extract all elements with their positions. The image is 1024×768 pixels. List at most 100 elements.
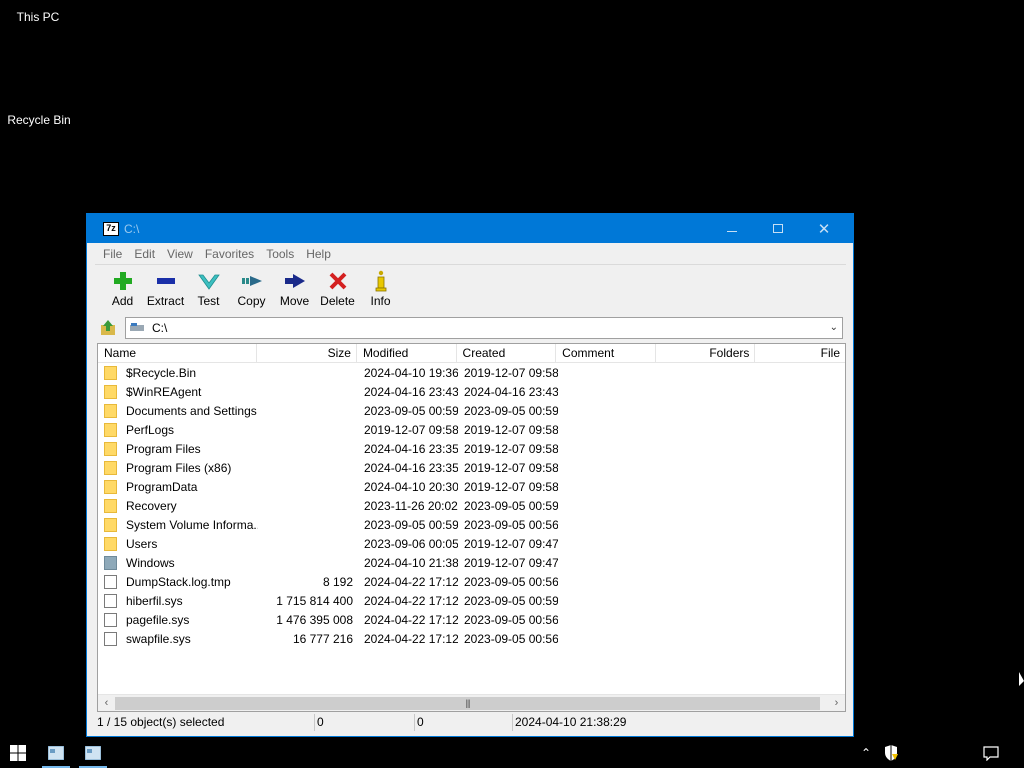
7zip-app-icon[interactable]: 7z xyxy=(103,221,119,236)
row-name: $Recycle.Bin xyxy=(126,365,197,380)
row-size: 1 476 395 008 xyxy=(276,612,353,627)
menu-file[interactable]: File xyxy=(95,247,128,261)
table-row[interactable]: Documents and Settings 2023-09-05 00:59 20… xyxy=(98,401,845,420)
column-folders[interactable]: Folders xyxy=(656,344,756,363)
table-row[interactable]: Program Files 2024-04-16 23:35 2019-12-07 … xyxy=(98,439,845,458)
test-button[interactable]: Test xyxy=(187,270,230,308)
table-row[interactable]: Program Files (x86) 2024-04-16 23:35 2019-… xyxy=(98,458,845,477)
show-hidden-icons-button[interactable]: ⌃ xyxy=(856,738,876,768)
info-icon xyxy=(374,270,388,292)
scroll-left-icon[interactable]: ‹ xyxy=(98,695,115,712)
info-button[interactable]: Info xyxy=(359,270,402,308)
minimize-button[interactable] xyxy=(709,214,755,243)
minus-icon xyxy=(156,270,176,292)
status-selection: 1 / 15 object(s) selected xyxy=(95,714,315,731)
column-modified[interactable]: Modified xyxy=(357,344,457,363)
menu-favorites[interactable]: Favorites xyxy=(199,247,260,261)
row-modified: 2024-04-22 17:12 xyxy=(364,574,458,589)
column-created[interactable]: Created xyxy=(457,344,557,363)
title-bar[interactable]: 7z C:\ ✕ xyxy=(87,214,853,243)
row-name-cell: Documents and Settings xyxy=(98,403,258,418)
start-button[interactable] xyxy=(0,738,36,768)
move-arrow-icon xyxy=(284,270,306,292)
scroll-thumb[interactable]: ||| xyxy=(115,696,820,710)
file-list[interactable]: Name Size Modified Created Comment Folde… xyxy=(97,343,846,712)
table-row[interactable]: $Recycle.Bin 2024-04-10 19:36 2019-12-07 0… xyxy=(98,363,845,382)
maximize-icon xyxy=(773,224,783,233)
row-created: 2023-09-05 00:56 xyxy=(464,631,558,646)
desktop-icon-label: Recycle Bin xyxy=(7,113,71,127)
extract-button[interactable]: Extract xyxy=(144,270,187,308)
status-packed: 0 xyxy=(415,714,513,731)
move-label: Move xyxy=(279,294,310,308)
row-name-cell: ProgramData xyxy=(98,479,258,494)
table-row[interactable]: Windows 2024-04-10 21:38 2019-12-07 09:47 xyxy=(98,553,845,572)
window-title: C:\ xyxy=(124,221,140,236)
row-name-cell: DumpStack.log.tmp xyxy=(98,574,258,589)
menu-view[interactable]: View xyxy=(161,247,199,261)
notification-icon xyxy=(983,745,999,761)
row-name: Users xyxy=(126,536,158,551)
action-center-button[interactable] xyxy=(978,738,1004,768)
address-combobox[interactable]: C:\ ⌄ xyxy=(125,317,843,339)
status-date: 2024-04-10 21:38:29 xyxy=(515,715,627,729)
table-row[interactable]: $WinREAgent 2024-04-16 23:43 2024-04-16 23… xyxy=(98,382,845,401)
copy-button[interactable]: Copy xyxy=(230,270,273,308)
row-modified: 2024-04-10 20:30 xyxy=(364,479,458,494)
row-modified: 2023-09-05 00:59 xyxy=(364,517,458,532)
maximize-button[interactable] xyxy=(755,214,801,243)
table-row[interactable]: System Volume Informa... 2023-09-05 00:59… xyxy=(98,515,845,534)
column-size[interactable]: Size xyxy=(257,344,357,363)
row-name-cell: hiberfil.sys xyxy=(98,593,258,608)
row-name: swapfile.sys xyxy=(126,631,191,646)
menu-edit[interactable]: Edit xyxy=(128,247,161,261)
column-files[interactable]: File xyxy=(755,344,845,363)
add-button[interactable]: Add xyxy=(101,270,144,308)
taskbar-app-explorer[interactable] xyxy=(75,738,111,768)
row-name: ProgramData xyxy=(126,479,198,494)
mouse-cursor-icon xyxy=(1019,672,1024,686)
row-size: 1 715 814 400 xyxy=(276,593,353,608)
folder-icon xyxy=(104,479,117,494)
security-tray-button[interactable] xyxy=(880,738,902,768)
menu-help[interactable]: Help xyxy=(300,247,337,261)
row-modified: 2024-04-10 19:36 xyxy=(364,365,458,380)
row-name: Documents and Settings xyxy=(126,403,257,418)
minimize-icon xyxy=(727,231,737,232)
table-row[interactable]: DumpStack.log.tmp 8 192 2024-04-22 17:12 20… xyxy=(98,572,845,591)
table-row[interactable]: PerfLogs 2019-12-07 09:58 2019-12-07 09:58 xyxy=(98,420,845,439)
desktop-icon-this-pc[interactable]: This PC xyxy=(6,10,70,24)
address-bar: C:\ ⌄ xyxy=(95,315,846,341)
row-name: Program Files (x86) xyxy=(126,460,232,475)
file-icon xyxy=(104,574,117,589)
table-row[interactable]: Recovery 2023-11-26 20:02 2023-09-05 00:59 xyxy=(98,496,845,515)
app-window-icon xyxy=(48,746,64,760)
column-name[interactable]: Name xyxy=(98,344,258,363)
table-row[interactable]: swapfile.sys 16 777 216 2024-04-22 17:12 20… xyxy=(98,629,845,648)
desktop-icon-recycle-bin[interactable]: Recycle Bin xyxy=(2,113,76,127)
scroll-right-icon[interactable]: › xyxy=(828,695,845,712)
table-row[interactable]: pagefile.sys 1 476 395 008 2024-04-22 17:1… xyxy=(98,610,845,629)
row-created: 2019-12-07 09:58 xyxy=(464,365,558,380)
move-button[interactable]: Move xyxy=(273,270,316,308)
row-name: Windows xyxy=(126,555,175,570)
windows-logo-icon xyxy=(10,745,26,761)
close-button[interactable]: ✕ xyxy=(801,214,847,243)
row-name-cell: Windows xyxy=(98,555,258,570)
horizontal-scrollbar[interactable]: ‹ ||| › xyxy=(98,694,845,711)
row-size: 16 777 216 xyxy=(292,631,353,646)
up-folder-button[interactable] xyxy=(97,317,119,339)
table-row[interactable]: ProgramData 2024-04-10 20:30 2019-12-07 09… xyxy=(98,477,845,496)
row-created: 2019-12-07 09:58 xyxy=(464,479,558,494)
column-comment[interactable]: Comment xyxy=(556,344,656,363)
chevron-down-icon[interactable]: ⌄ xyxy=(830,322,838,333)
table-row[interactable]: hiberfil.sys 1 715 814 400 2024-04-22 17:1… xyxy=(98,591,845,610)
menu-tools[interactable]: Tools xyxy=(260,247,300,261)
menu-bar: File Edit View Favorites Tools Help xyxy=(95,243,846,265)
scroll-track[interactable]: ||| xyxy=(115,696,828,710)
toolbar: Add Extract Test Copy Move Delete Info xyxy=(95,265,846,315)
taskbar-app-7zip[interactable] xyxy=(38,738,74,768)
delete-button[interactable]: Delete xyxy=(316,270,359,308)
table-row[interactable]: Users 2023-09-06 00:05 2019-12-07 09:47 xyxy=(98,534,845,553)
row-created: 2023-09-05 00:59 xyxy=(464,498,558,513)
